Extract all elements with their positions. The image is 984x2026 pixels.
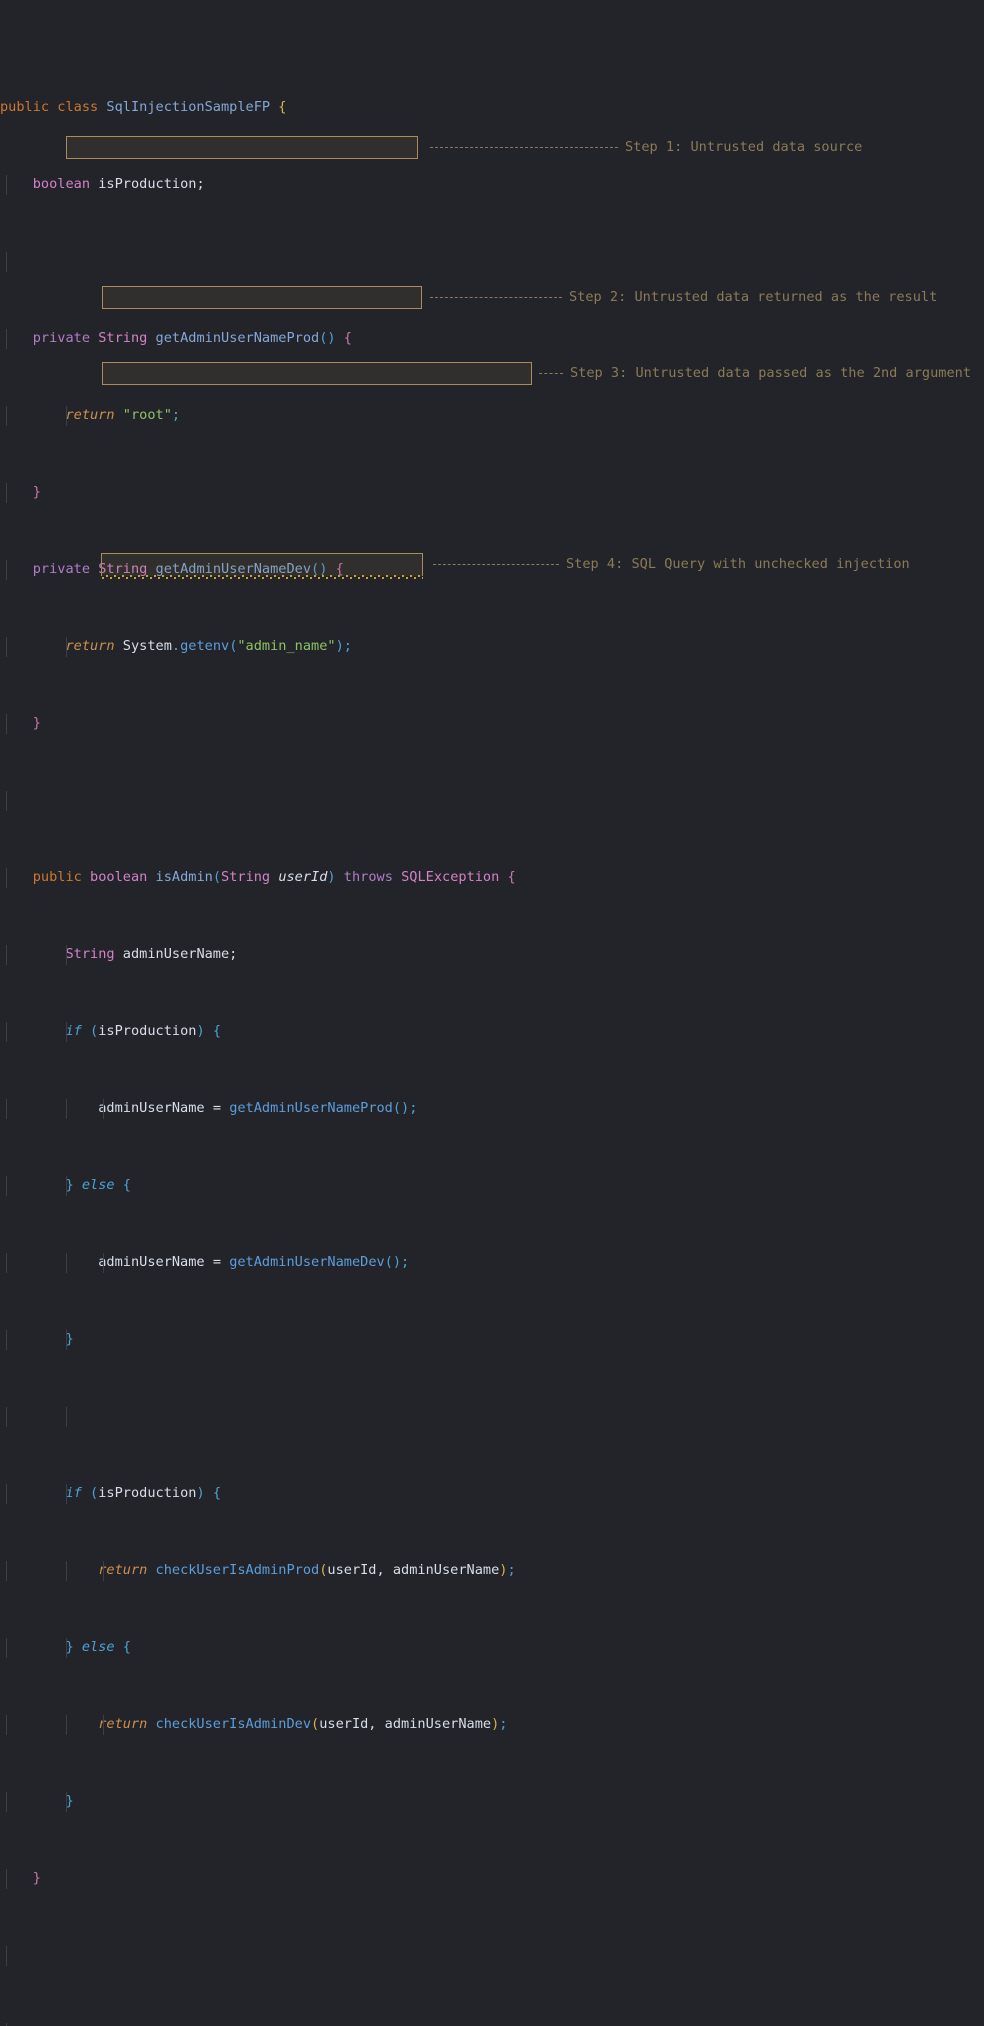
annotation-step-1: Step 1: Untrusted data source [430, 138, 862, 157]
highlight-step-2 [102, 286, 422, 309]
code-line: public class SqlInjectionSampleFP { [0, 99, 287, 116]
code-line: return checkUserIsAdminProd(userId, admi… [0, 1561, 984, 1581]
code-line [0, 1946, 984, 1966]
annotation-dash-line [433, 564, 559, 566]
code-line: return checkUserIsAdminDev(userId, admin… [0, 1715, 984, 1735]
code-line: private boolean checkUserIsAdminProd(Str… [0, 2023, 984, 2026]
code-line: adminUserName = getAdminUserNameDev(); [0, 1253, 984, 1273]
code-line: String adminUserName; [0, 945, 984, 965]
annotation-step-3: Step 3: Untrusted data passed as the 2nd… [539, 364, 971, 383]
code-line: } [0, 714, 984, 734]
annotation-dash-line [539, 373, 563, 375]
code-line [0, 791, 984, 811]
code-line: return "root"; [0, 406, 984, 426]
highlight-step-3 [102, 362, 532, 385]
annotation-label: Step 2: Untrusted data returned as the r… [569, 289, 938, 305]
annotation-dash-line [430, 297, 562, 299]
code-line: boolean isProduction; [0, 175, 984, 195]
code-line: } else { [0, 1638, 984, 1658]
annotation-label: Step 4: SQL Query with unchecked injecti… [566, 556, 910, 572]
code-line: } else { [0, 1176, 984, 1196]
annotation-dash-line [430, 147, 618, 149]
code-line: } [0, 1792, 984, 1812]
code-line: } [0, 483, 984, 503]
annotation-label: Step 3: Untrusted data passed as the 2nd… [570, 365, 972, 381]
code-editor-canvas[interactable]: public class SqlInjectionSampleFP { bool… [0, 0, 984, 2026]
code-line: if (isProduction) { [0, 1022, 984, 1042]
code-line [0, 252, 984, 272]
annotation-label: Step 1: Untrusted data source [625, 139, 863, 155]
code-line [0, 1407, 984, 1427]
code-line: private String getAdminUserNameProd() { [0, 329, 984, 349]
code-line: return System.getenv("admin_name"); [0, 637, 984, 657]
code-line: } [0, 1869, 984, 1889]
highlight-step-1 [66, 136, 418, 159]
code-line: public boolean isAdmin(String userId) th… [0, 868, 984, 888]
annotation-step-4: Step 4: SQL Query with unchecked injecti… [433, 555, 910, 574]
code-line: adminUserName = getAdminUserNameProd(); [0, 1099, 984, 1119]
code-line: } [0, 1330, 984, 1350]
code-line: if (isProduction) { [0, 1484, 984, 1504]
annotation-step-2: Step 2: Untrusted data returned as the r… [430, 288, 937, 307]
